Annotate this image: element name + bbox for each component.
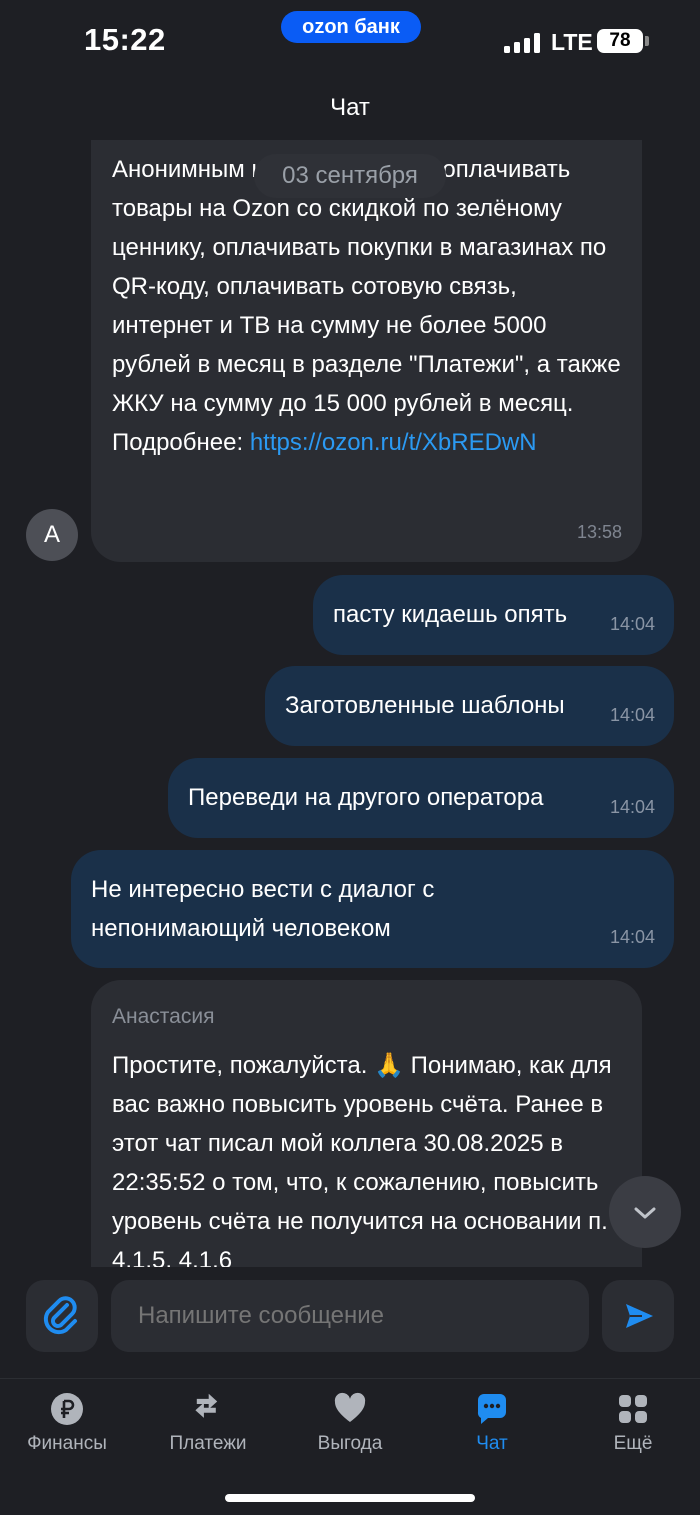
message-text: Простите, пожалуйста. 🙏 Понимаю, как для… [112, 1052, 612, 1267]
attach-button[interactable] [26, 1280, 98, 1352]
nav-item-finance[interactable]: Финансы [0, 1379, 137, 1479]
nav-item-chat[interactable]: Чат [422, 1379, 562, 1479]
status-time: 15:22 [84, 22, 166, 57]
battery-icon: 78 [597, 29, 643, 53]
message-time: 14:04 [609, 797, 655, 817]
incoming-message[interactable]: Анонимным клиентам можно оплачивать това… [91, 140, 642, 562]
message-input[interactable] [111, 1280, 589, 1352]
message-text: Заготовленные шаблоны [285, 692, 565, 719]
nav-item-more[interactable]: Ещё [563, 1379, 700, 1479]
date-separator: 03 сентября [254, 154, 446, 198]
outgoing-message[interactable]: Не интересно вести с диалог с непонимающ… [71, 850, 674, 968]
more-label: Подробнее: [112, 429, 250, 456]
nav-item-payments[interactable]: Платежи [138, 1379, 278, 1479]
message-time: 14:04 [609, 614, 655, 634]
message-text: Переведи на другого оператора [188, 784, 544, 811]
outgoing-message[interactable]: Переведи на другого оператора 14:04 [168, 758, 674, 838]
paperclip-icon [43, 1296, 77, 1335]
message-text: Не интересно вести с диалог с непонимающ… [91, 876, 435, 942]
avatar: А [26, 509, 78, 561]
ruble-icon [51, 1393, 83, 1425]
chevron-down-icon [634, 1207, 656, 1219]
incoming-message[interactable]: Анастасия Простите, пожалуйста. 🙏 Понима… [91, 980, 642, 1267]
message-text: пасту кидаешь опять [333, 601, 568, 628]
home-indicator[interactable] [225, 1494, 475, 1502]
status-bar: 15:22 ozon банк LTE 78 [0, 0, 700, 90]
message-time: 14:04 [609, 705, 655, 725]
signal-icon [504, 33, 542, 53]
network-type: LTE [551, 29, 593, 55]
nav-label: Выгода [317, 1433, 383, 1454]
scroll-down-button[interactable] [609, 1176, 681, 1248]
outgoing-message[interactable]: пасту кидаешь опять 14:04 [313, 575, 674, 655]
nav-label: Платежи [169, 1433, 247, 1454]
message-list[interactable]: Анонимным клиентам можно оплачивать това… [0, 140, 700, 1267]
message-time: 14:04 [609, 927, 655, 947]
nav-label: Чат [476, 1433, 508, 1454]
send-icon [626, 1304, 653, 1328]
outgoing-message[interactable]: Заготовленные шаблоны 14:04 [265, 666, 674, 746]
battery-tip [645, 36, 649, 46]
sender-name: Анастасия [112, 1005, 215, 1028]
message-link[interactable]: https://ozon.ru/t/XbREDwN [250, 429, 537, 456]
page-title: Чат [330, 94, 370, 121]
heart-icon [334, 1392, 366, 1422]
nav-item-benefits[interactable]: Выгода [280, 1379, 420, 1479]
nav-label: Финансы [27, 1433, 107, 1454]
chat-icon [477, 1394, 506, 1424]
send-button[interactable] [602, 1280, 674, 1352]
grid-icon [619, 1395, 647, 1423]
brand-badge: ozon банк [281, 11, 421, 43]
transfer-icon [195, 1393, 218, 1418]
nav-label: Ещё [613, 1433, 653, 1454]
message-time: 13:58 [576, 522, 622, 542]
